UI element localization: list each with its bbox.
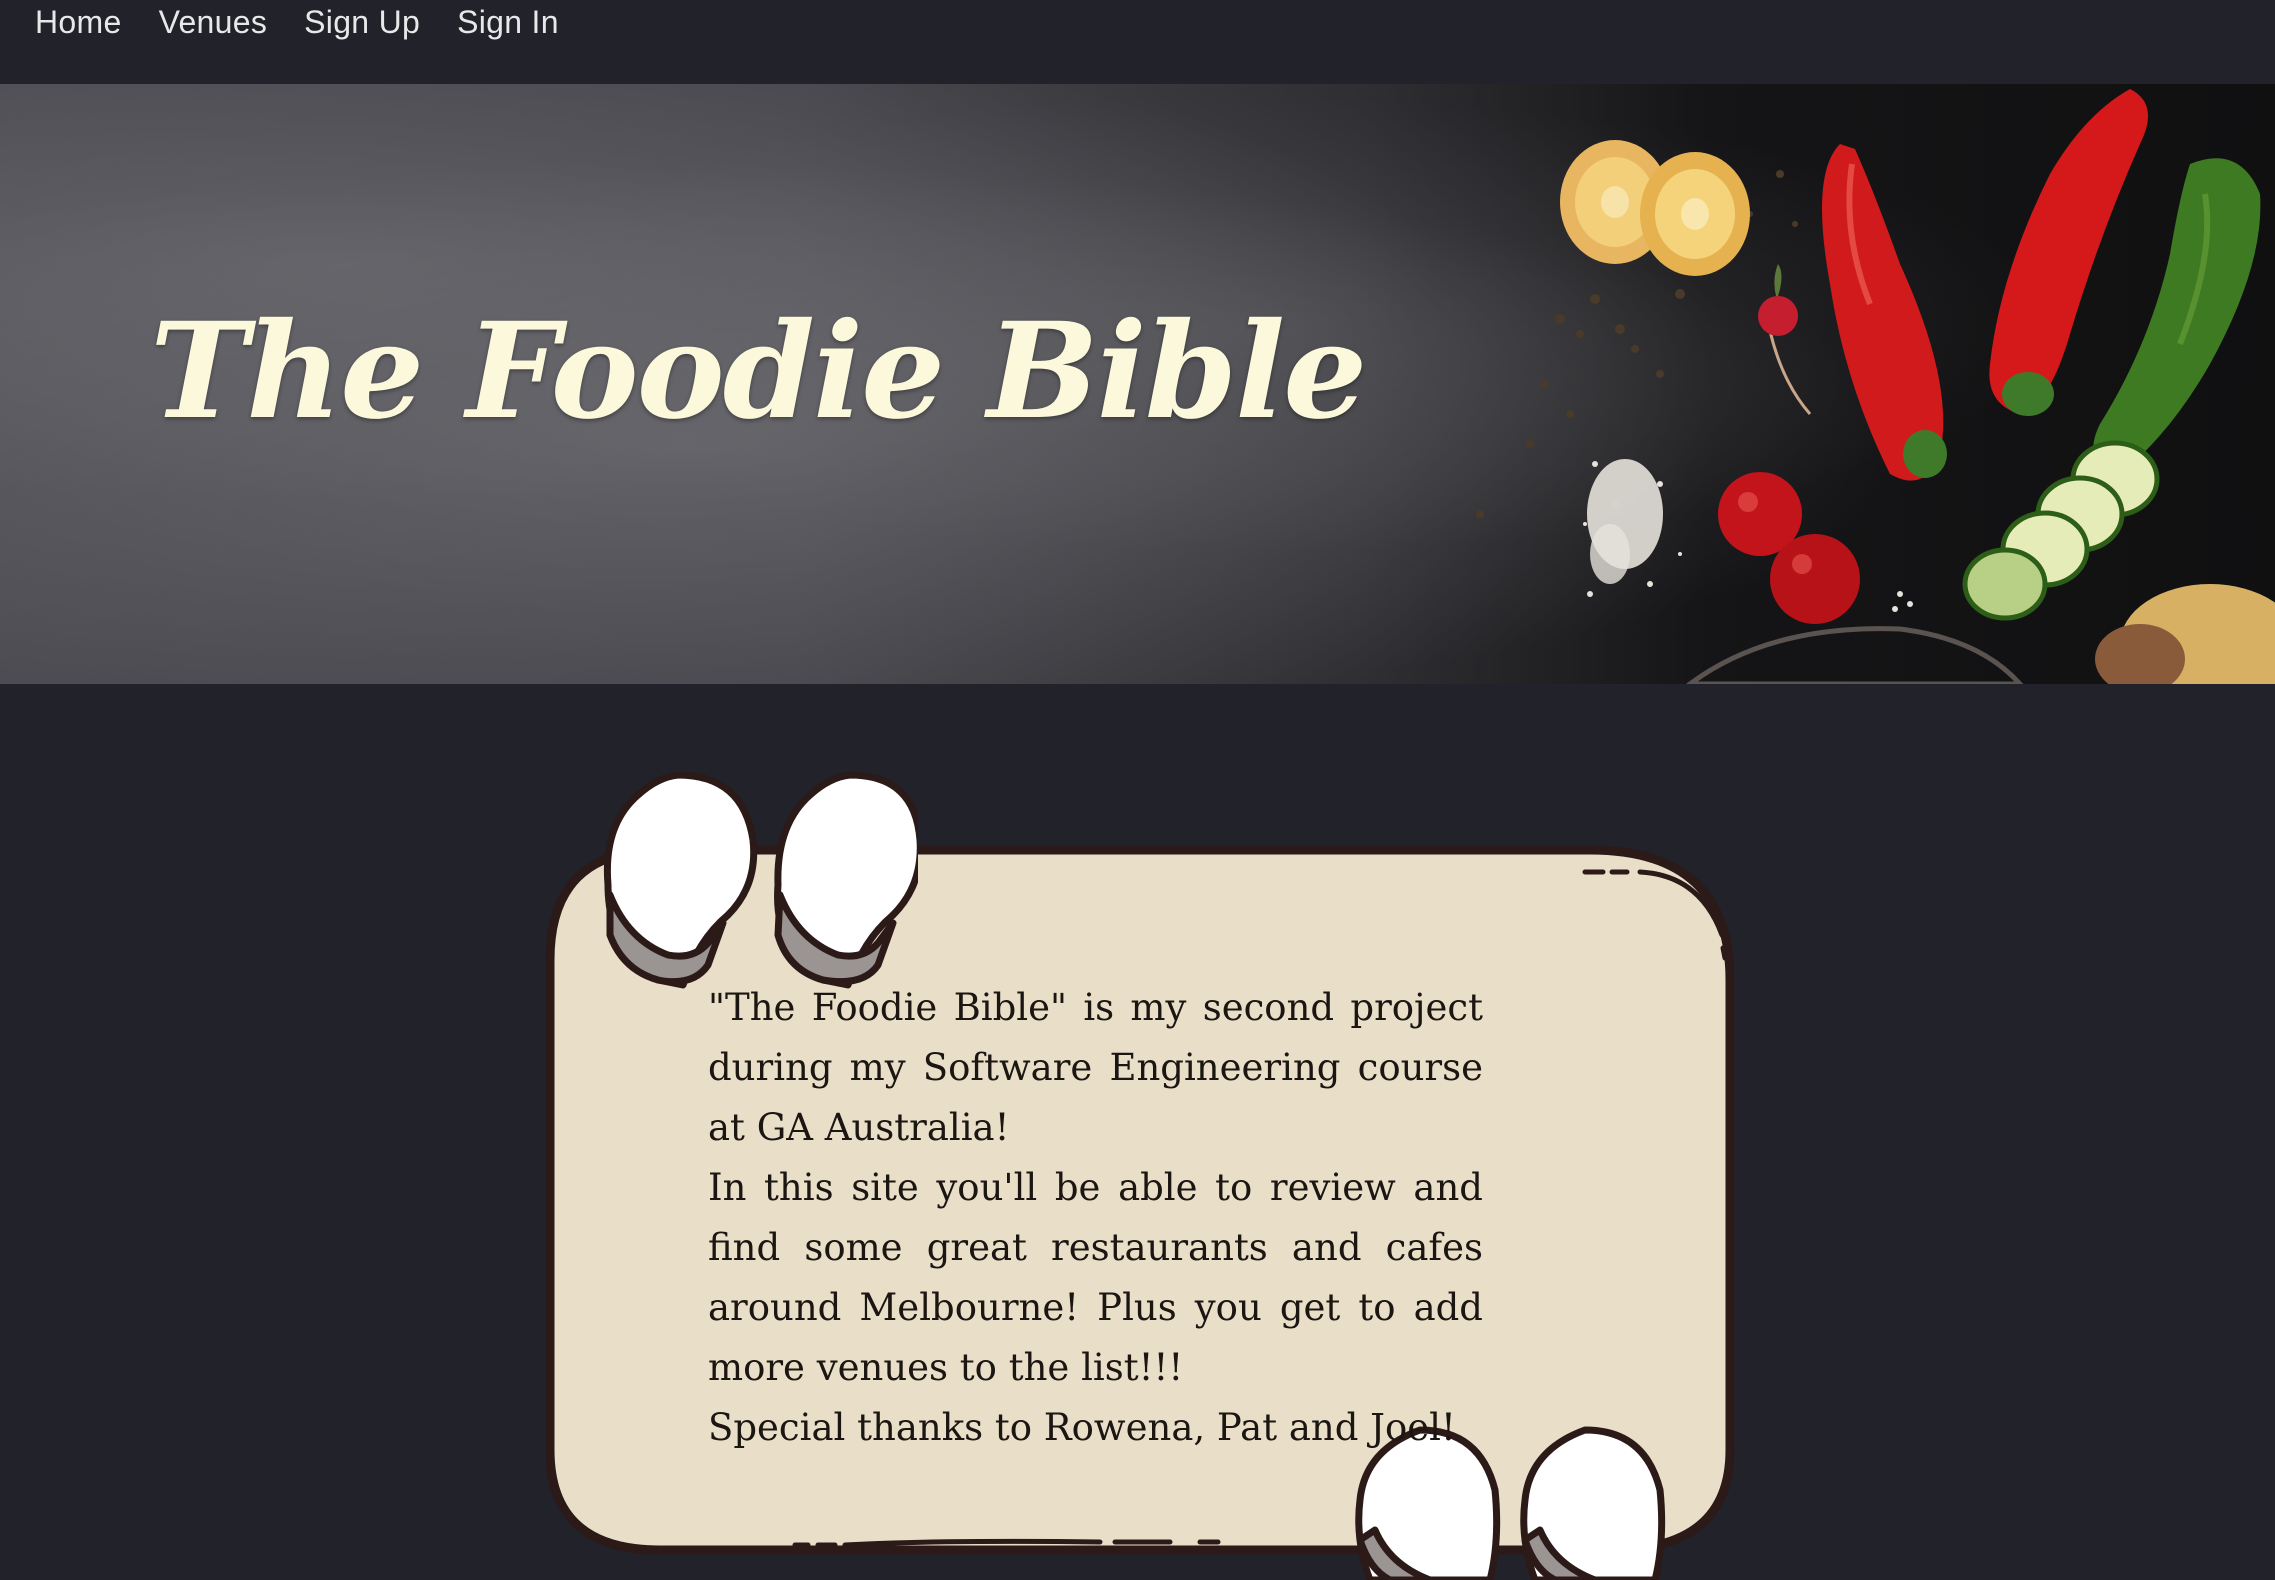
nav-venues-link[interactable]: Venues xyxy=(159,0,268,44)
site-title: The Foodie Bible xyxy=(150,294,1367,449)
about-paragraph-intro: "The Foodie Bible" is my second project … xyxy=(708,986,1483,1149)
about-text: "The Foodie Bible" is my second project … xyxy=(708,978,1483,1458)
about-paragraph-thanks: Special thanks to Rowena, Pat and Joel! xyxy=(708,1406,1456,1449)
vegetables-image xyxy=(1476,89,2275,684)
nav-sign-up-link[interactable]: Sign Up xyxy=(304,0,420,44)
open-quote-icon xyxy=(603,771,918,989)
top-navbar: Home Venues Sign Up Sign In xyxy=(0,0,2275,84)
hero-banner: The Foodie Bible xyxy=(0,84,2275,684)
about-paragraph-details: In this site you'll be able to review an… xyxy=(708,1166,1483,1389)
nav-home-link[interactable]: Home xyxy=(35,0,122,44)
about-card: "The Foodie Bible" is my second project … xyxy=(540,760,1740,1580)
nav-sign-in-link[interactable]: Sign In xyxy=(457,0,559,44)
